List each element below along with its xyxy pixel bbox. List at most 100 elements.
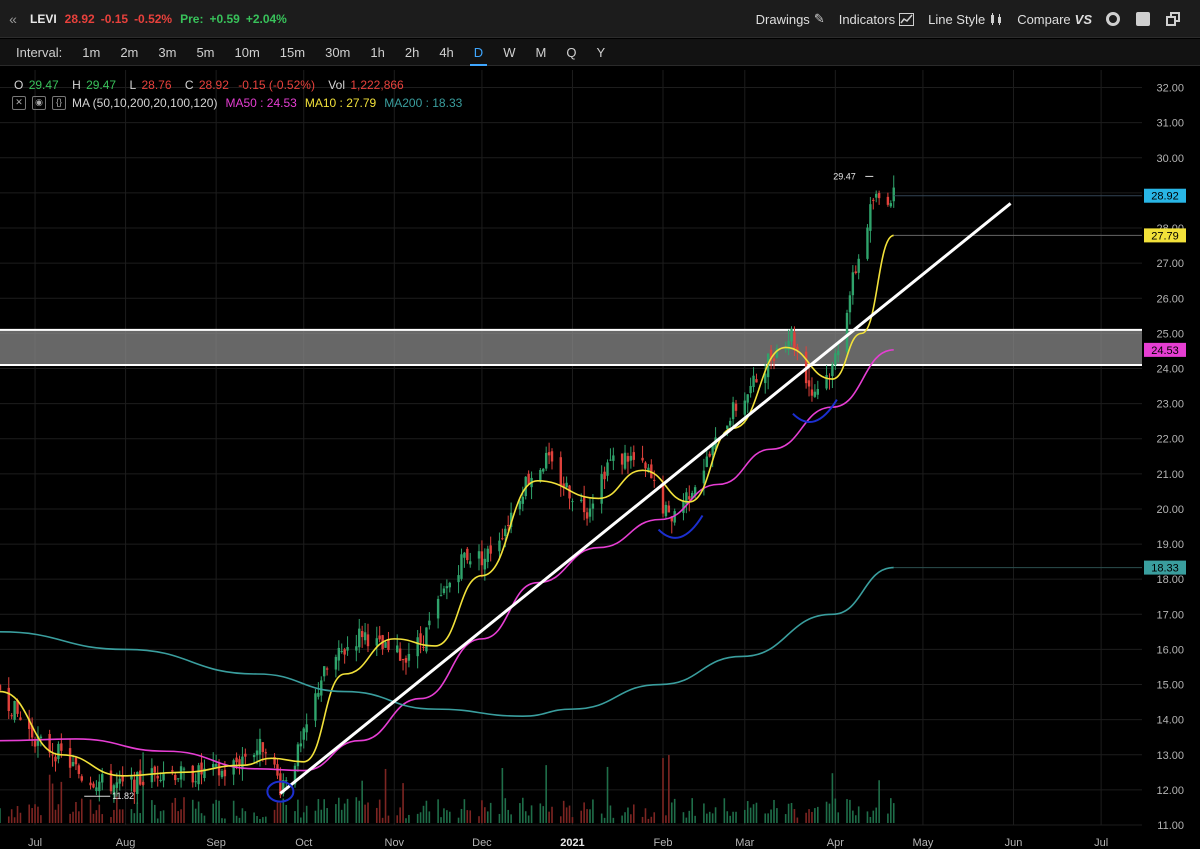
- interval-15m[interactable]: 15m: [270, 39, 315, 66]
- volume-bar: [644, 808, 647, 823]
- candle-body: [358, 628, 361, 648]
- interval-1h[interactable]: 1h: [360, 39, 394, 66]
- interval-q[interactable]: Q: [556, 39, 586, 66]
- y-axis-panel: [1142, 70, 1200, 849]
- volume-bar: [235, 815, 238, 823]
- candle-body: [892, 187, 895, 202]
- volume-bar: [425, 800, 428, 823]
- volume-bar: [314, 810, 317, 823]
- candle-body: [305, 724, 308, 733]
- candle-body: [138, 770, 142, 785]
- interval-4h[interactable]: 4h: [429, 39, 463, 66]
- high-value: 29.47: [86, 78, 117, 92]
- pre-label: Pre:: [180, 11, 204, 26]
- candle-body: [486, 548, 489, 562]
- volume-bar: [101, 814, 104, 823]
- x-tick-label: Mar: [735, 837, 754, 849]
- volume-bar: [16, 806, 19, 823]
- price-chart[interactable]: 29.47 11.82 11.00 12.00 13.00 14.00 15.00 16.00…: [0, 70, 1200, 849]
- line-style-button[interactable]: Line Style: [928, 12, 1003, 27]
- candle-body: [872, 199, 875, 201]
- volume-bar: [113, 809, 115, 823]
- candle-body: [565, 482, 568, 488]
- candle-body: [749, 385, 752, 394]
- candle-body: [664, 504, 668, 517]
- volume-bar: [498, 813, 501, 823]
- interval-3m[interactable]: 3m: [148, 39, 186, 66]
- volume-bar: [630, 814, 632, 823]
- symbol-label[interactable]: LEVI: [30, 12, 57, 26]
- volume-bar: [811, 811, 813, 823]
- candle-body: [845, 312, 849, 352]
- candle-body: [550, 451, 554, 462]
- volume-bar: [78, 811, 80, 823]
- interval-1m[interactable]: 1m: [72, 39, 110, 66]
- volume-bar: [559, 816, 562, 823]
- volume-bar: [448, 811, 451, 823]
- candle-body: [588, 508, 592, 517]
- candle-body: [810, 389, 814, 396]
- volume-bar: [40, 815, 42, 823]
- interval-2m[interactable]: 2m: [110, 39, 148, 66]
- volume-bar: [854, 815, 857, 823]
- volume-bar: [530, 805, 533, 823]
- volume-bar: [355, 797, 358, 823]
- candle-body: [118, 778, 121, 784]
- interval-2h[interactable]: 2h: [395, 39, 429, 66]
- collapse-icon[interactable]: «: [0, 11, 26, 27]
- y-tick-label: 15.00: [1156, 680, 1184, 692]
- settings-gear-icon[interactable]: [1106, 12, 1120, 26]
- candle-body: [507, 524, 510, 526]
- volume-bar: [7, 816, 10, 823]
- volume-bar: [685, 817, 688, 823]
- candle-body: [159, 779, 162, 781]
- volume-bar: [542, 806, 545, 823]
- candle-body: [623, 452, 627, 469]
- volume-bar: [723, 798, 726, 823]
- candle-body: [489, 545, 492, 554]
- compare-vs-icon: VS: [1074, 11, 1092, 27]
- price-tag-label: 24.53: [1151, 345, 1179, 357]
- candle-body: [834, 353, 837, 365]
- candle-body: [460, 554, 463, 579]
- interval-y[interactable]: Y: [586, 39, 615, 66]
- interval-d[interactable]: D: [464, 39, 493, 66]
- volume-bar: [262, 817, 264, 823]
- study-settings-icon[interactable]: {}: [52, 96, 66, 110]
- close-study-icon[interactable]: ✕: [12, 96, 26, 110]
- volume-bar: [10, 809, 13, 823]
- interval-30m[interactable]: 30m: [315, 39, 360, 66]
- compare-button[interactable]: Compare VS: [1017, 12, 1092, 27]
- volume-bar: [589, 809, 591, 823]
- volume-bar: [381, 817, 384, 823]
- x-tick-label: Feb: [654, 837, 673, 849]
- indicators-button[interactable]: Indicators: [839, 12, 915, 27]
- layout-stack-icon[interactable]: [1166, 12, 1180, 26]
- volume-bar: [507, 809, 510, 823]
- volume-bar: [612, 817, 615, 823]
- candle-body: [448, 582, 451, 588]
- interval-label: Interval:: [16, 44, 63, 60]
- interval-10m[interactable]: 10m: [225, 39, 270, 66]
- volume-label: Vol: [328, 78, 345, 92]
- volume-bar: [323, 799, 325, 823]
- interval-m[interactable]: M: [525, 39, 556, 66]
- y-tick-label: 23.00: [1156, 399, 1184, 411]
- volume-bar: [875, 807, 878, 823]
- candle-body: [755, 379, 758, 383]
- candle-body: [235, 757, 238, 763]
- interval-w[interactable]: W: [493, 39, 525, 66]
- volume-bar: [183, 797, 185, 823]
- line-style-label: Line Style: [928, 11, 986, 27]
- candle-body: [95, 787, 98, 792]
- candle-body: [212, 764, 215, 768]
- interval-5m[interactable]: 5m: [186, 39, 224, 66]
- drawings-button[interactable]: Drawings ✎: [756, 11, 825, 27]
- window-square-icon[interactable]: [1136, 12, 1150, 26]
- volume-bar: [110, 817, 112, 823]
- pre-change: +0.59: [209, 11, 240, 26]
- candle-body: [39, 736, 43, 739]
- volume-bar: [711, 813, 714, 823]
- hide-study-icon[interactable]: ◉: [32, 96, 46, 110]
- ma-study-name[interactable]: MA (50,10,200,20,100,120): [72, 96, 217, 110]
